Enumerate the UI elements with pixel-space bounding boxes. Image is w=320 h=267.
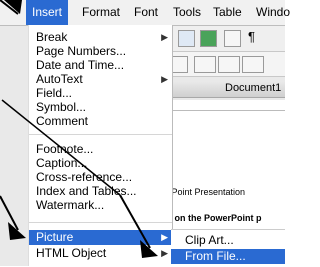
- insert-menu: Break ▶ Page Numbers... Date and Time...…: [28, 25, 173, 266]
- menu-item-label: Comment: [36, 114, 89, 128]
- menu-item-comment[interactable]: Comment: [29, 114, 172, 128]
- menu-item-caption[interactable]: Caption...: [29, 156, 172, 170]
- menu-separator: [29, 222, 172, 223]
- menu-insert[interactable]: Insert: [26, 0, 69, 25]
- submenu-item-clip-art[interactable]: Clip Art...: [171, 233, 285, 248]
- menu-item-picture[interactable]: Picture ▶: [29, 230, 172, 245]
- menu-item-label: Index and Tables...: [36, 184, 137, 198]
- toolbar-button[interactable]: [200, 30, 217, 47]
- menu-item-label: Caption...: [36, 156, 88, 170]
- menu-item-label: Field...: [36, 86, 73, 100]
- menu-separator: [29, 134, 172, 135]
- menu-item-label: Cross-reference...: [36, 170, 133, 184]
- style-icon[interactable]: [194, 56, 216, 73]
- submenu-item-from-file[interactable]: From File...: [171, 249, 285, 264]
- pilcrow-icon[interactable]: ¶: [248, 29, 255, 44]
- menu-item-label: Date and Time...: [36, 58, 125, 72]
- menu-item-cross-reference[interactable]: Cross-reference...: [29, 170, 172, 184]
- menu-item-html-object[interactable]: HTML Object ▶: [29, 246, 172, 260]
- menu-font[interactable]: Font: [128, 0, 164, 25]
- submenu-arrow-icon: ▶: [161, 74, 168, 84]
- menu-item-index-tables[interactable]: Index and Tables...: [29, 184, 172, 198]
- menu-item-watermark[interactable]: Watermark...: [29, 198, 172, 212]
- menu-item-break[interactable]: Break ▶: [29, 30, 172, 44]
- menu-item-date-time[interactable]: Date and Time...: [29, 58, 172, 72]
- menu-item-field[interactable]: Field...: [29, 86, 172, 100]
- menu-item-label: AutoText: [36, 72, 83, 86]
- submenu-arrow-icon: ▶: [161, 248, 168, 258]
- zoom-icon[interactable]: [224, 30, 241, 47]
- menu-format[interactable]: Format: [76, 0, 126, 25]
- style-icon[interactable]: [242, 56, 264, 73]
- menu-window[interactable]: Windo: [250, 0, 296, 25]
- document-title: Document1: [225, 82, 282, 94]
- menu-item-label: Break: [36, 30, 68, 44]
- menu-item-page-numbers[interactable]: Page Numbers...: [29, 44, 172, 58]
- menu-tools[interactable]: Tools: [167, 0, 207, 25]
- justify-icon[interactable]: [171, 56, 188, 73]
- toolbar-button[interactable]: [178, 30, 195, 47]
- menu-table[interactable]: Table: [207, 0, 248, 25]
- style-icon[interactable]: [218, 56, 240, 73]
- menu-item-symbol[interactable]: Symbol...: [29, 100, 172, 114]
- menubar: Insert Format Font Tools Table Windo: [0, 0, 290, 26]
- menu-item-autotext[interactable]: AutoText ▶: [29, 72, 172, 86]
- submenu-arrow-icon: ▶: [161, 32, 168, 42]
- menu-item-footnote[interactable]: Footnote...: [29, 142, 172, 156]
- submenu-arrow-icon: ▶: [161, 232, 168, 242]
- picture-submenu: Clip Art... From File...: [171, 229, 285, 267]
- menu-item-label: Symbol...: [36, 100, 87, 114]
- menu-item-label: Page Numbers...: [36, 44, 127, 58]
- menu-item-label: Footnote...: [36, 142, 94, 156]
- menu-item-label: Picture: [36, 230, 74, 244]
- menu-item-label: Watermark...: [36, 198, 105, 212]
- menu-item-label: HTML Object: [36, 246, 107, 260]
